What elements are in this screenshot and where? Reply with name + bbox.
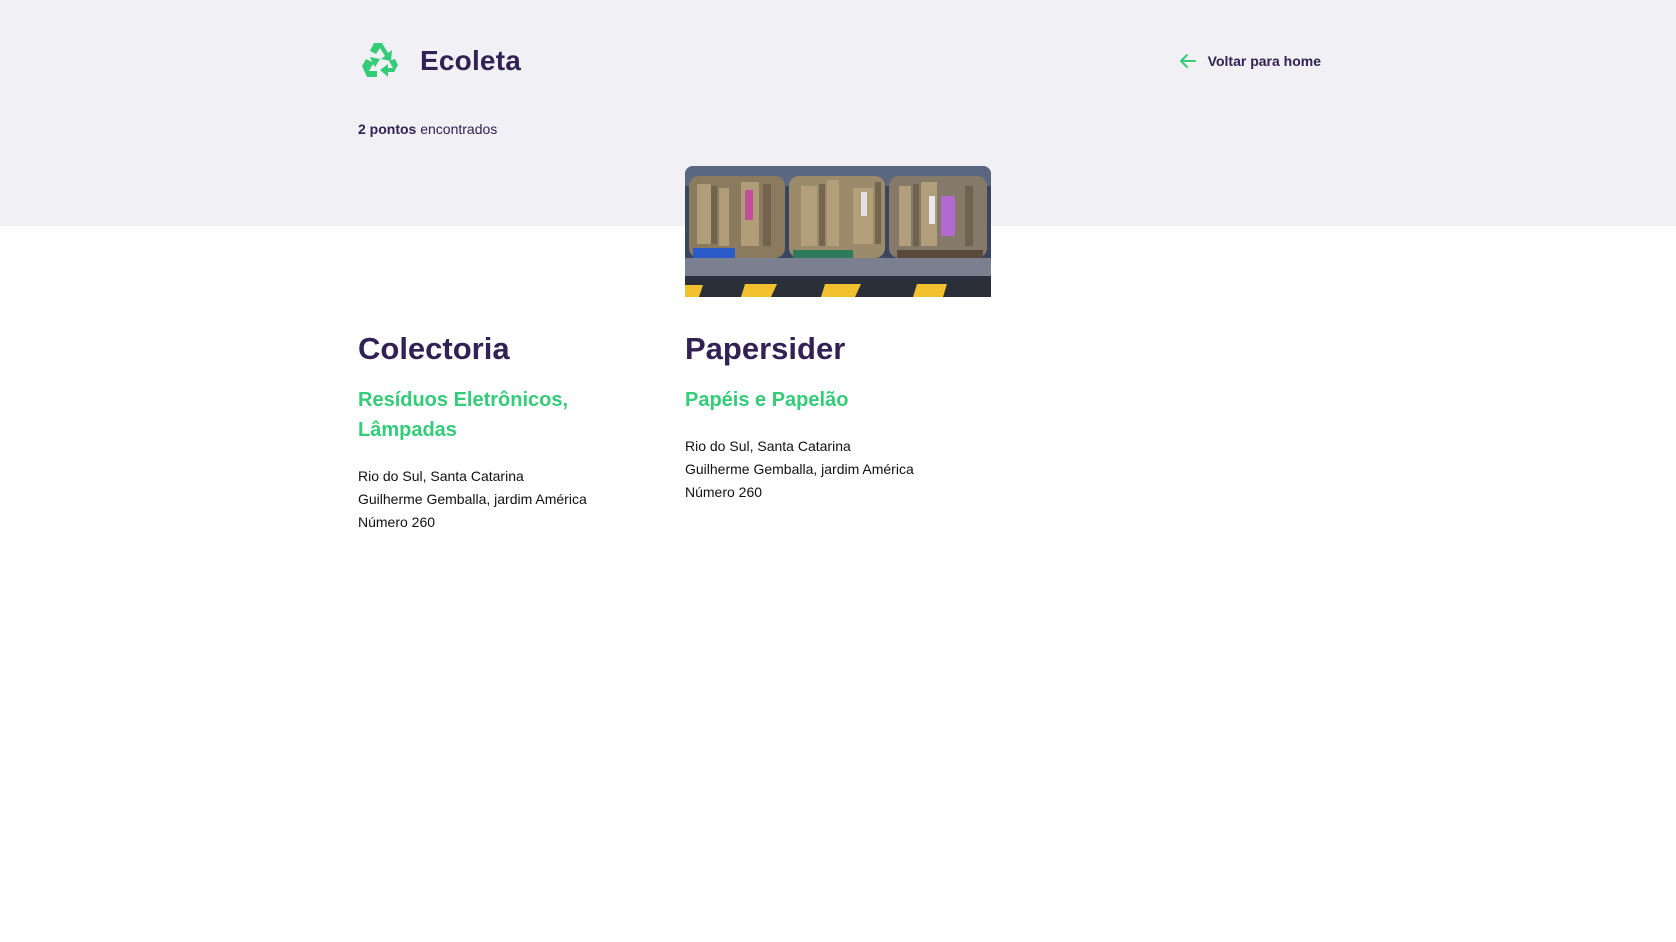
address-number: Número 260 <box>685 484 763 500</box>
results-count: 2 pontos encontrados <box>358 121 497 137</box>
point-card[interactable]: Colectoria Resíduos Eletrônicos, Lâmpada… <box>358 166 664 534</box>
point-image-placeholder <box>358 166 664 297</box>
back-link-label: Voltar para home <box>1207 53 1321 69</box>
point-card[interactable]: Papersider Papéis e Papelão Rio do Sul, … <box>685 166 991 504</box>
point-image <box>685 166 991 297</box>
address-street: Guilherme Gemballa, jardim América <box>685 461 914 477</box>
point-title: Papersider <box>685 331 846 366</box>
results-count-text: encontrados <box>416 121 498 137</box>
address-city: Rio do Sul, Santa Catarina <box>685 438 851 454</box>
app-name: Ecoleta <box>420 45 521 76</box>
logo: Ecoleta <box>358 39 521 83</box>
address-street: Guilherme Gemballa, jardim América <box>358 491 587 507</box>
point-title: Colectoria <box>358 331 510 366</box>
point-items: Resíduos Eletrônicos, Lâmpadas <box>358 389 569 441</box>
arrow-left-icon <box>1179 54 1196 68</box>
address-city: Rio do Sul, Santa Catarina <box>358 468 524 484</box>
results-count-number: 2 pontos <box>358 121 417 137</box>
address-number: Número 260 <box>358 514 436 530</box>
page-header: Ecoleta Voltar para home <box>358 38 1321 84</box>
point-address: Rio do Sul, Santa Catarina Guilherme Gem… <box>685 435 991 504</box>
point-items: Papéis e Papelão <box>685 389 849 411</box>
page-container: Ecoleta Voltar para home 2 pontos encont… <box>358 0 1321 942</box>
back-to-home-link[interactable]: Voltar para home <box>1178 51 1321 71</box>
point-address: Rio do Sul, Santa Catarina Guilherme Gem… <box>358 465 664 534</box>
recycle-icon <box>362 43 398 77</box>
